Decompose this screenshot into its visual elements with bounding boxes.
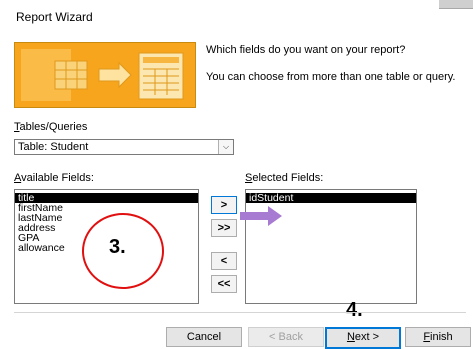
- arrow-annotation-icon: [240, 206, 282, 226]
- tables-queries-label-rest: ables/Queries: [19, 121, 88, 133]
- back-button[interactable]: < Back: [248, 327, 324, 347]
- remove-field-button[interactable]: <: [211, 252, 237, 270]
- finish-button[interactable]: Finish: [405, 327, 471, 347]
- selected-fields-label-rest: elected Fields:: [252, 172, 324, 184]
- step4-annotation-label: 4.: [346, 299, 363, 321]
- tables-queries-value: Table: Student: [18, 141, 89, 153]
- finish-button-rest: inish: [430, 331, 453, 343]
- intro-question: Which fields do you want on your report?: [206, 44, 406, 56]
- intro-hint: You can choose from more than one table …: [206, 71, 456, 83]
- window-title: Report Wizard: [16, 10, 93, 24]
- cancel-button[interactable]: Cancel: [166, 327, 242, 347]
- chevron-down-icon[interactable]: ⌵: [218, 140, 233, 154]
- footer-divider: [14, 312, 466, 313]
- tables-queries-label: Tables/Queries: [14, 121, 87, 133]
- next-button-rest: ext >: [354, 331, 380, 343]
- list-item[interactable]: idStudent: [246, 193, 416, 203]
- available-fields-label: Available Fields:: [14, 172, 94, 184]
- remove-all-fields-button[interactable]: <<: [211, 275, 237, 293]
- next-button[interactable]: Next >: [325, 327, 401, 349]
- next-button-accel: N: [346, 331, 355, 343]
- add-field-button[interactable]: >: [211, 196, 237, 214]
- report-illustration-icon: [15, 43, 195, 107]
- add-all-fields-button[interactable]: >>: [211, 219, 237, 237]
- step3-annotation-label: 3.: [109, 236, 126, 258]
- tables-queries-dropdown[interactable]: Table: Student ⌵: [14, 139, 234, 155]
- wizard-banner-illustration: [14, 42, 196, 108]
- title-bar-control[interactable]: [439, 0, 473, 9]
- available-fields-label-rest: vailable Fields:: [21, 172, 94, 184]
- selected-fields-label: Selected Fields:: [245, 172, 323, 184]
